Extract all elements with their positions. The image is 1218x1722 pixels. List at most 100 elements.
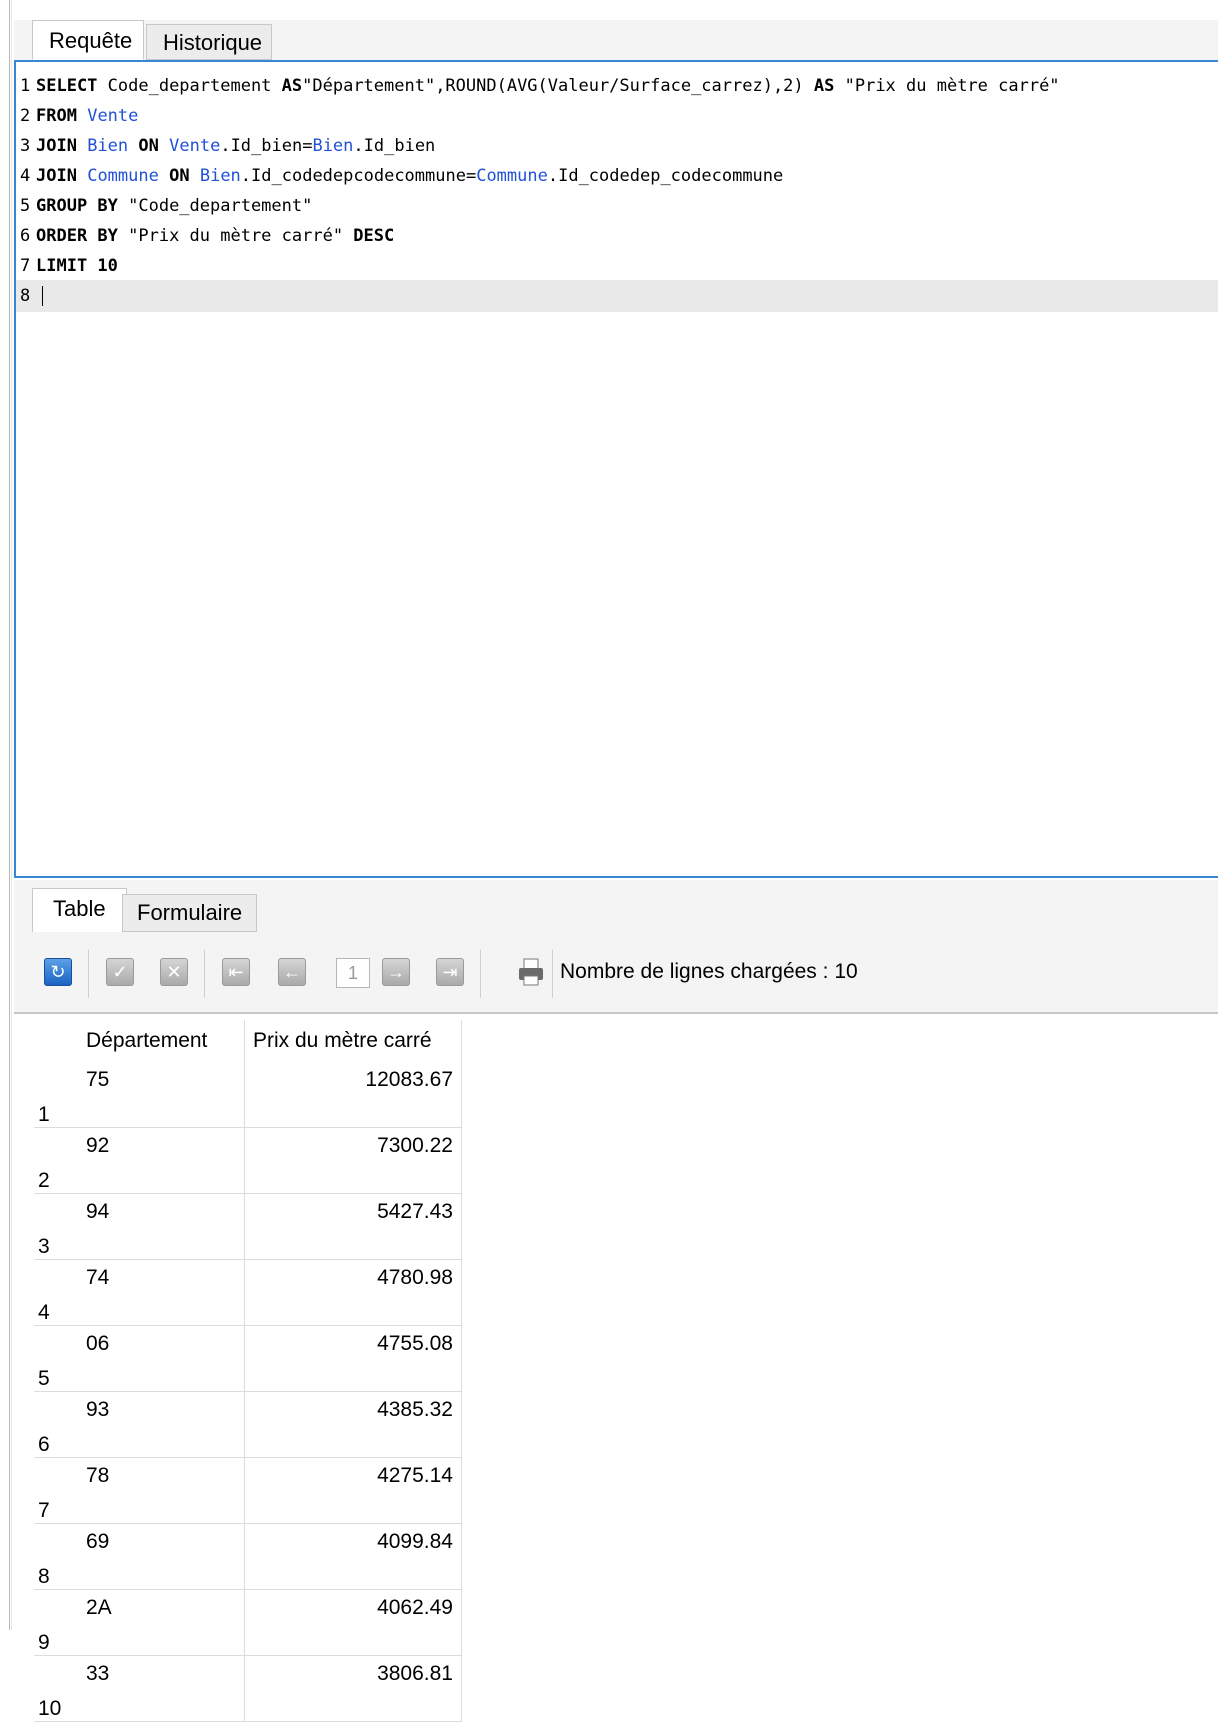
- row-number: 5: [34, 1325, 78, 1392]
- cell-departement[interactable]: 78: [78, 1457, 245, 1524]
- text-caret: [42, 286, 43, 306]
- tab-historique[interactable]: Historique: [146, 24, 272, 60]
- sql-keyword: ON: [169, 166, 190, 186]
- sql-table-name: Bien: [199, 166, 241, 186]
- table-row[interactable]: 2 92 7300.22: [34, 1127, 462, 1194]
- table-row[interactable]: 4 74 4780.98: [34, 1259, 462, 1326]
- result-toolbar: ↻ ✓ ✕ ⇤ ← 1 → ⇥ Nombre de lignes chargée…: [14, 932, 1218, 1013]
- sql-table-name: Bien: [312, 136, 354, 156]
- table-row[interactable]: 8 69 4099.84: [34, 1523, 462, 1590]
- code-line[interactable]: 6 ORDER BY "Prix du mètre carré" DESC: [16, 220, 1218, 252]
- cell-departement[interactable]: 69: [78, 1523, 245, 1590]
- code-line[interactable]: 3 JOIN Bien ON Vente.Id_bien=Bien.Id_bien: [16, 130, 1218, 162]
- page-number-field[interactable]: 1: [336, 958, 370, 988]
- row-count-label: Nombre de lignes chargées : 10: [560, 960, 858, 983]
- tab-requete[interactable]: Requête: [32, 20, 144, 60]
- cell-prix[interactable]: 4385.32: [244, 1391, 462, 1458]
- column-header-prix[interactable]: Prix du mètre carré: [244, 1020, 462, 1062]
- line-number: 8: [20, 286, 31, 306]
- code-text: GROUP BY "Code_departement": [32, 196, 312, 216]
- previous-page-button[interactable]: ←: [278, 958, 306, 986]
- last-page-button[interactable]: ⇥: [436, 958, 464, 986]
- cell-departement[interactable]: 06: [78, 1325, 245, 1392]
- cancel-button[interactable]: ✕: [160, 958, 188, 986]
- sql-text: .Id_codedepcodecommune=: [240, 166, 477, 186]
- cell-departement[interactable]: 94: [78, 1193, 245, 1260]
- sql-text: Code_departement: [97, 76, 282, 96]
- cell-prix[interactable]: 12083.67: [244, 1062, 462, 1128]
- cell-prix[interactable]: 4275.14: [244, 1457, 462, 1524]
- line-number: 5: [20, 196, 31, 216]
- row-number: 8: [34, 1523, 78, 1590]
- code-text: JOIN Commune ON Bien.Id_codedepcodecommu…: [32, 166, 783, 186]
- first-page-icon: ⇤: [228, 961, 244, 982]
- cell-departement[interactable]: 33: [78, 1655, 245, 1722]
- row-number: 1: [34, 1062, 78, 1128]
- table-row[interactable]: 1 75 12083.67: [34, 1062, 462, 1128]
- table-row[interactable]: 3 94 5427.43: [34, 1193, 462, 1260]
- check-icon: ✓: [112, 961, 128, 982]
- cell-prix[interactable]: 4755.08: [244, 1325, 462, 1392]
- refresh-button[interactable]: ↻: [44, 958, 72, 986]
- tab-table[interactable]: Table: [32, 888, 127, 933]
- cross-icon: ✕: [166, 961, 182, 982]
- cell-prix[interactable]: 4099.84: [244, 1523, 462, 1590]
- validate-button[interactable]: ✓: [106, 958, 134, 986]
- cell-departement[interactable]: 74: [78, 1259, 245, 1326]
- cell-prix[interactable]: 4780.98: [244, 1259, 462, 1326]
- table-row[interactable]: 7 78 4275.14: [34, 1457, 462, 1524]
- sql-keyword: JOIN: [36, 166, 77, 186]
- cell-departement[interactable]: 2A: [78, 1589, 245, 1656]
- cell-departement[interactable]: 93: [78, 1391, 245, 1458]
- code-line[interactable]: 5 GROUP BY "Code_departement": [16, 190, 1218, 222]
- table-row[interactable]: 9 2A 4062.49: [34, 1589, 462, 1656]
- first-page-button[interactable]: ⇤: [222, 958, 250, 986]
- tab-formulaire[interactable]: Formulaire: [122, 894, 258, 932]
- cell-departement[interactable]: 75: [78, 1062, 245, 1128]
- code-text: ORDER BY "Prix du mètre carré" DESC: [32, 226, 394, 246]
- line-number: 7: [20, 256, 31, 276]
- code-line[interactable]: 1 SELECT Code_departement AS"Département"…: [16, 70, 1218, 102]
- row-number: 10: [34, 1655, 78, 1722]
- sql-text: "Code_departement": [117, 196, 313, 216]
- row-number: 9: [34, 1589, 78, 1656]
- sql-keyword: AS: [281, 76, 303, 96]
- row-number: 2: [34, 1127, 78, 1194]
- code-text: FROM Vente: [32, 106, 138, 126]
- sql-text: .Id_bien: [353, 136, 436, 156]
- code-line[interactable]: 4 JOIN Commune ON Bien.Id_codedepcodecomm…: [16, 160, 1218, 192]
- last-page-icon: ⇥: [442, 961, 458, 982]
- cell-prix[interactable]: 4062.49: [244, 1589, 462, 1656]
- code-line[interactable]: 7 LIMIT 10: [16, 250, 1218, 282]
- row-number: 3: [34, 1193, 78, 1260]
- results-table: Département Prix du mètre carré 1 75 12083…: [34, 1020, 462, 1722]
- line-number: 1: [20, 76, 31, 96]
- table-row[interactable]: 5 06 4755.08: [34, 1325, 462, 1392]
- code-text: LIMIT 10: [32, 256, 118, 276]
- cell-prix[interactable]: 3806.81: [244, 1655, 462, 1722]
- refresh-icon: ↻: [50, 961, 66, 982]
- cell-prix[interactable]: 7300.22: [244, 1127, 462, 1194]
- cell-departement[interactable]: 92: [78, 1127, 245, 1194]
- code-line[interactable]: 8: [16, 280, 1218, 312]
- sql-text: "Prix du mètre carré": [834, 76, 1060, 96]
- sql-editor[interactable]: 1 SELECT Code_departement AS"Département"…: [14, 60, 1218, 878]
- sql-table-name: Commune: [476, 166, 548, 186]
- next-page-button[interactable]: →: [382, 958, 410, 986]
- table-row[interactable]: 6 93 4385.32: [34, 1391, 462, 1458]
- result-tabs: Table Formulaire: [14, 880, 1218, 933]
- printer-icon[interactable]: [516, 956, 546, 988]
- sql-keyword: FROM: [36, 106, 77, 126]
- cell-prix[interactable]: 5427.43: [244, 1193, 462, 1260]
- code-line[interactable]: 2 FROM Vente: [16, 100, 1218, 132]
- column-header-departement[interactable]: Département: [78, 1020, 245, 1062]
- sql-keyword: ORDER BY: [36, 226, 118, 246]
- code-text: JOIN Bien ON Vente.Id_bien=Bien.Id_bien: [32, 136, 435, 156]
- table-row[interactable]: 10 33 3806.81: [34, 1655, 462, 1722]
